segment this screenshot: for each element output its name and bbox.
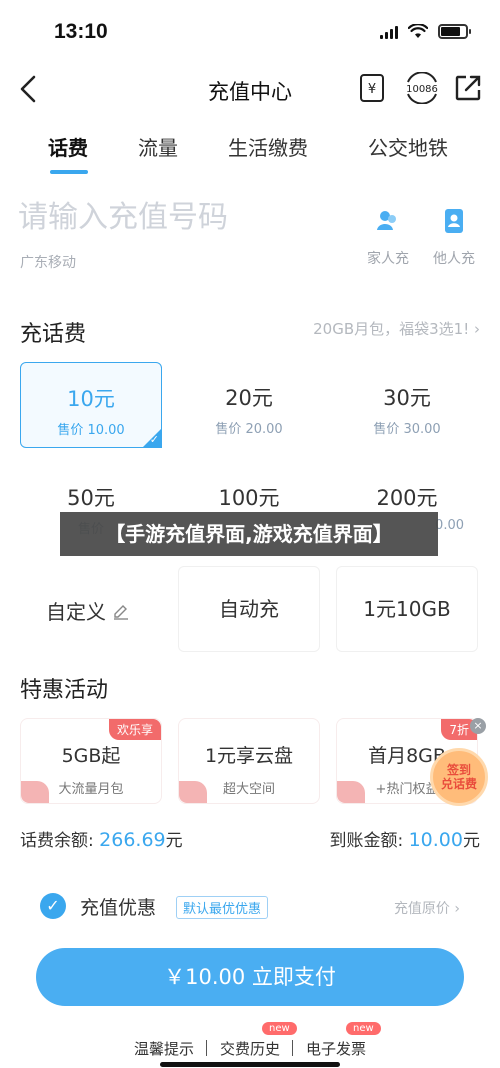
status-icons [380,24,471,39]
payment-history-label: 交费历史 [220,1040,281,1058]
amount-value: 30元 [383,386,431,410]
amount-value: 200元 [376,486,438,510]
amount-option[interactable]: 20元 售价 20.00 [178,362,320,448]
amount-option[interactable]: 10元 售价 10.00 ✓ [20,362,162,448]
yuan-bill-icon: ¥ [360,74,384,102]
deal-ribbon [21,781,49,803]
edit-pencil-icon [114,605,129,620]
balance-value: 266.69 [99,829,166,851]
divider [206,1040,207,1056]
others-recharge-label: 他人充 [433,251,475,267]
footer-links: 温馨提示 交费历史 new 电子发票 new [0,1022,500,1060]
deal-card[interactable]: 1元享云盘 超大空间 [178,718,320,804]
balance-unit: 元 [165,831,183,851]
checkmark-icon[interactable]: ✓ [40,893,66,919]
discount-tag: 默认最优优惠 [176,896,269,919]
original-price-text: 充值原价 [393,901,450,917]
amount-price: 售价 30.00 [373,422,441,437]
data-pack-button[interactable]: 1元10GB [336,566,478,652]
arrival-value: 10.00 [408,829,463,851]
close-icon[interactable]: × [470,718,486,734]
deal-ribbon [179,781,207,803]
original-price-link[interactable]: 充值原价 › [394,898,460,918]
balance-info: 话费余额: 266.69元 [20,826,183,851]
amount-price: 售价 10.00 [57,423,125,438]
battery-icon [438,24,471,39]
tab-data[interactable]: 流量 [138,132,178,161]
arrival-info: 到账金额: 10.00元 [329,826,480,851]
carrier-label: 广东移动 [20,255,76,271]
deal-tag: 欢乐享 [108,719,161,740]
coupon-label: 签到 兑话费 [440,763,477,791]
deal-title: 1元享云盘 [204,745,294,767]
phone-number-input[interactable] [18,200,338,235]
tips-link[interactable]: 温馨提示 [134,1038,194,1059]
family-icon [377,211,396,230]
svg-text:¥: ¥ [368,82,376,97]
pay-button[interactable]: ￥10.00 立即支付 [36,948,464,1006]
arrival-label: 到账金额: [329,831,404,851]
chevron-right-icon: › [454,901,460,917]
amount-value: 50元 [67,486,115,510]
amount-value: 100元 [218,486,280,510]
amount-option[interactable]: 30元 售价 30.00 [336,362,478,448]
signal-icon [380,25,398,39]
balance-label: 话费余额: [20,831,94,851]
status-time: 13:10 [54,20,108,43]
share-button[interactable] [452,72,484,104]
others-recharge-button[interactable]: 他人充 [424,206,484,268]
divider [292,1040,293,1056]
checkmark-icon: ✓ [149,433,159,446]
family-recharge-button[interactable]: 家人充 [358,206,418,268]
nav-bar: 充值中心 ¥ 10086 [0,64,500,114]
e-invoice-link[interactable]: 电子发票 new [306,1022,381,1059]
arrival-unit: 元 [463,831,480,851]
custom-amount-label: 自定义 [46,600,106,624]
deals-title: 特惠活动 [20,678,109,703]
chevron-right-icon: › [474,320,480,338]
tab-utilities[interactable]: 生活缴费 [228,132,308,161]
auto-recharge-button[interactable]: 自动充 [178,566,320,652]
deal-ribbon [337,781,365,803]
service-button[interactable]: 10086 [402,72,442,104]
overlay-banner: 【手游充值界面,游戏充值界面】 [60,512,438,556]
amount-value: 10元 [67,387,115,411]
tab-underline [50,170,88,174]
amount-price: 售价 20.00 [215,422,283,437]
10086-service-icon: 10086 [406,72,438,104]
custom-amount-button[interactable]: 自定义 [46,596,130,625]
sign-in-coupon-button[interactable]: 签到 兑话费 [430,748,488,806]
recharge-title: 充话费 [20,322,87,347]
tab-bar: 话费 流量 生活缴费 公交地铁 [0,128,500,178]
tab-phone-bill[interactable]: 话费 [48,132,88,161]
discount-label: 充值优惠 [80,897,157,919]
bill-button[interactable]: ¥ [356,72,388,104]
status-bar: 13:10 [0,0,500,60]
promo-text: 20GB月包，福袋3选1! [313,320,470,338]
family-recharge-label: 家人充 [367,251,409,267]
amount-value: 20元 [225,386,273,410]
e-invoice-label: 电子发票 [306,1040,367,1058]
deal-card[interactable]: 欢乐享 5GB起 大流量月包 [20,718,162,804]
promo-link[interactable]: 20GB月包，福袋3选1! › [313,318,480,339]
discount-row[interactable]: ✓ 充值优惠 默认最优优惠 充值原价 › [40,892,480,922]
home-indicator [160,1062,340,1067]
payment-history-link[interactable]: 交费历史 new [220,1022,297,1059]
deal-title: 5GB起 [61,745,121,767]
tab-transit[interactable]: 公交地铁 [368,132,448,161]
new-badge: new [346,1022,381,1035]
share-icon [455,75,481,101]
new-badge: new [262,1022,297,1035]
contact-card-icon [445,209,463,233]
wifi-icon [408,24,428,38]
svg-text:10086: 10086 [406,84,438,95]
